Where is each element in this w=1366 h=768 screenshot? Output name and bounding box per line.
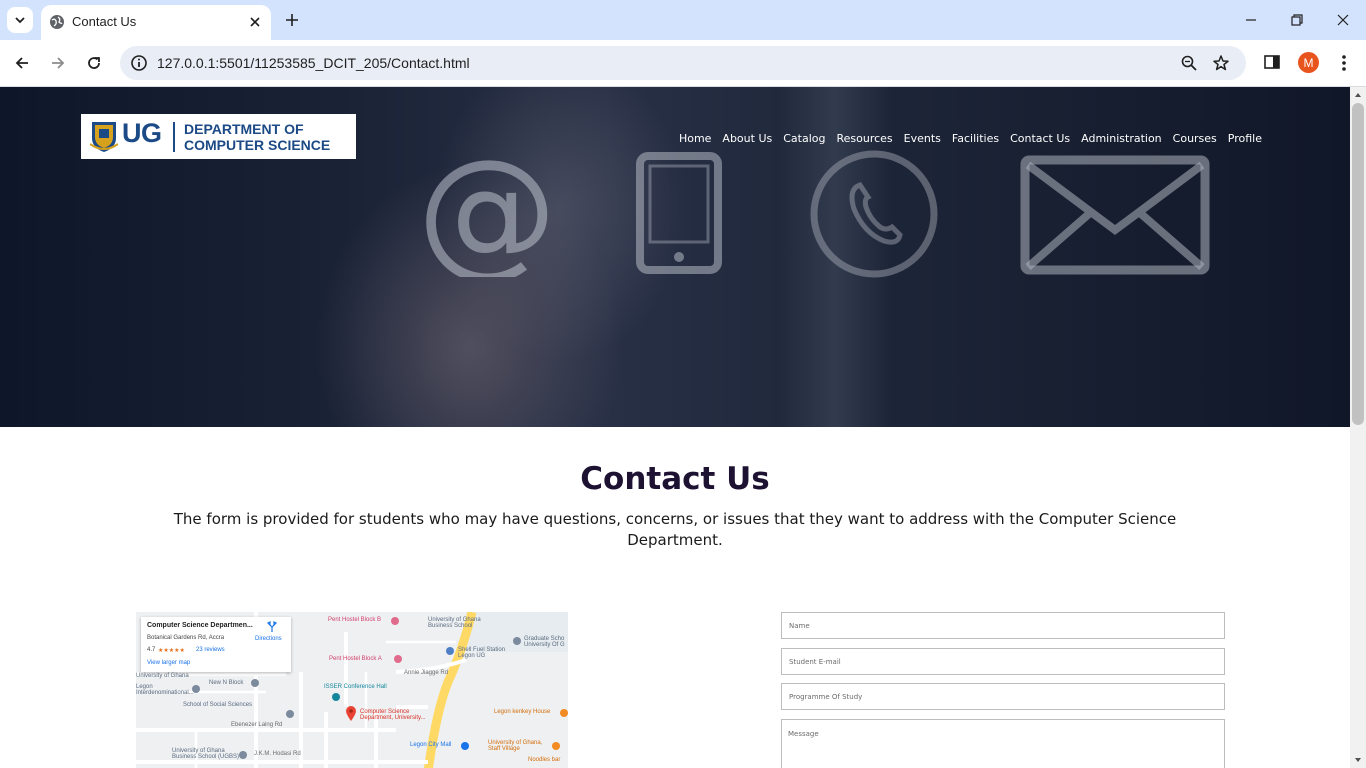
- map-label: Ebenezer Laing Rd: [231, 722, 283, 728]
- close-icon[interactable]: [247, 14, 263, 30]
- globe-icon: [50, 15, 64, 29]
- tab-search-button[interactable]: [7, 7, 33, 33]
- forward-arrow-icon[interactable]: [48, 53, 68, 73]
- map-label: School of Social Sciences: [183, 702, 253, 708]
- map-label: University of Ghana Business School (UGB…: [172, 748, 240, 760]
- browser-toolbar: 127.0.0.1:5501/11253585_DCIT_205/Contact…: [0, 40, 1366, 87]
- map-label: University of Ghana, Staff Village: [488, 740, 543, 752]
- map-label: Noodles bar: [528, 757, 561, 763]
- map-label: Computer Science Department, University.…: [360, 709, 426, 721]
- map-pin-icon: [391, 617, 399, 625]
- bookmark-star-icon[interactable]: [1212, 54, 1230, 72]
- page-viewport: @ UG DEPARTMENT OF COMPUTER SCIENCE Home…: [0, 87, 1350, 768]
- main-navigation: Home About Us Catalog Resources Events F…: [668, 132, 1262, 145]
- zoom-icon[interactable]: [1180, 54, 1198, 72]
- nav-facilities[interactable]: Facilities: [952, 132, 999, 145]
- nav-events[interactable]: Events: [904, 132, 941, 145]
- student-email-input[interactable]: [781, 648, 1225, 675]
- info-icon[interactable]: [130, 54, 148, 72]
- browser-tab-bar: Contact Us: [0, 0, 1366, 40]
- map-pin-icon: [513, 637, 521, 645]
- map-pin-icon: [394, 655, 402, 663]
- view-larger-map-link[interactable]: View larger map: [147, 660, 190, 666]
- nav-about-us[interactable]: About Us: [722, 132, 772, 145]
- address-bar[interactable]: 127.0.0.1:5501/11253585_DCIT_205/Contact…: [120, 46, 1246, 80]
- nav-profile[interactable]: Profile: [1228, 132, 1262, 145]
- map-place-address: Botanical Gardens Rd, Accra: [147, 635, 225, 641]
- map-label: Pent Hostel Block A: [329, 656, 382, 662]
- map-stars: ★★★★★: [158, 648, 185, 654]
- intro-text: The form is provided for students who ma…: [173, 510, 1177, 549]
- kebab-menu-icon[interactable]: [1336, 53, 1352, 73]
- browser-tab[interactable]: Contact Us: [41, 5, 271, 40]
- map-pin-icon: [286, 710, 294, 718]
- tab-title: Contact Us: [72, 14, 137, 29]
- map-rating: 4.7: [147, 647, 156, 653]
- map-pin-icon: [239, 751, 247, 759]
- scroll-down-arrow-icon[interactable]: [1354, 756, 1362, 764]
- map-pin-icon: [552, 742, 560, 750]
- shopping-icon: [461, 742, 469, 750]
- ug-crest-icon: [90, 122, 118, 152]
- programme-of-study-input[interactable]: [781, 683, 1225, 710]
- envelope-icon: [1020, 155, 1210, 275]
- back-arrow-icon[interactable]: [12, 53, 32, 73]
- reload-icon[interactable]: [84, 53, 104, 73]
- window-close-icon[interactable]: [1333, 10, 1353, 30]
- chevron-down-icon: [15, 17, 25, 24]
- url-text[interactable]: 127.0.0.1:5501/11253585_DCIT_205/Contact…: [157, 55, 470, 71]
- nav-administration[interactable]: Administration: [1081, 132, 1162, 145]
- google-map-embed[interactable]: Computer Science Departmen... Botanical …: [136, 612, 568, 768]
- map-place-card: Computer Science Departmen... Botanical …: [141, 617, 291, 672]
- logo-line-2: COMPUTER SCIENCE: [184, 137, 331, 153]
- scroll-up-arrow-icon[interactable]: [1354, 91, 1362, 99]
- nav-catalog[interactable]: Catalog: [783, 132, 825, 145]
- restaurant-icon: [560, 709, 568, 717]
- page-scrollbar[interactable]: [1350, 87, 1366, 768]
- name-input[interactable]: [781, 612, 1225, 639]
- map-label: Pent Hostel Block B: [328, 617, 382, 623]
- side-panel-icon[interactable]: [1263, 53, 1281, 71]
- message-textarea[interactable]: [781, 719, 1225, 768]
- map-reviews-link[interactable]: 23 reviews: [196, 647, 225, 653]
- new-tab-plus-icon[interactable]: [282, 10, 302, 30]
- nav-courses[interactable]: Courses: [1173, 132, 1217, 145]
- map-place-title: Computer Science Departmen...: [147, 622, 253, 629]
- map-label: University of Ghana Business School: [428, 617, 481, 629]
- telephone-icon: [810, 150, 938, 278]
- map-pin-icon: [192, 685, 200, 693]
- logo-ug-text: UG: [122, 118, 162, 148]
- nav-resources[interactable]: Resources: [836, 132, 892, 145]
- logo-line-1: DEPARTMENT OF: [184, 121, 304, 137]
- nav-contact-us[interactable]: Contact Us: [1010, 132, 1070, 145]
- minimize-icon[interactable]: [1241, 10, 1261, 30]
- map-label: Annie Jiagge Rd: [404, 670, 449, 676]
- hero-banner: @ UG DEPARTMENT OF COMPUTER SCIENCE Home…: [0, 87, 1350, 427]
- map-label: Legon City Mall: [410, 742, 452, 748]
- map-label: New N Block: [209, 680, 244, 686]
- directions-link[interactable]: Directions: [255, 636, 282, 642]
- map-pin-icon: [251, 679, 259, 687]
- location-pin-icon: [346, 706, 356, 721]
- map-label: ISSER Conference Hall: [324, 684, 387, 690]
- profile-avatar[interactable]: M: [1298, 52, 1319, 73]
- map-pin-icon: [332, 693, 340, 701]
- ug-cs-logo[interactable]: UG DEPARTMENT OF COMPUTER SCIENCE: [81, 114, 356, 159]
- restore-icon[interactable]: [1287, 10, 1307, 30]
- fuel-station-icon: [446, 647, 454, 655]
- map-label: Graduate Scho University Of G: [524, 636, 565, 648]
- directions-icon[interactable]: [266, 621, 278, 633]
- logo-separator: [173, 122, 175, 152]
- map-label: Shell Fuel Station Legon UG: [458, 647, 506, 659]
- map-label: University of Ghana: [136, 673, 189, 679]
- page-title: Contact Us: [580, 461, 770, 497]
- svg-text:@: @: [420, 147, 554, 277]
- nav-home[interactable]: Home: [679, 132, 711, 145]
- map-label: Legon kenkey House: [494, 709, 551, 715]
- mobile-phone-icon: [636, 152, 722, 274]
- scrollbar-thumb[interactable]: [1352, 103, 1364, 425]
- map-label: J.K.M. Hodasi Rd: [254, 751, 301, 757]
- at-sign-icon: @: [420, 147, 554, 277]
- map-label: Legon Interdenominational...: [136, 684, 194, 696]
